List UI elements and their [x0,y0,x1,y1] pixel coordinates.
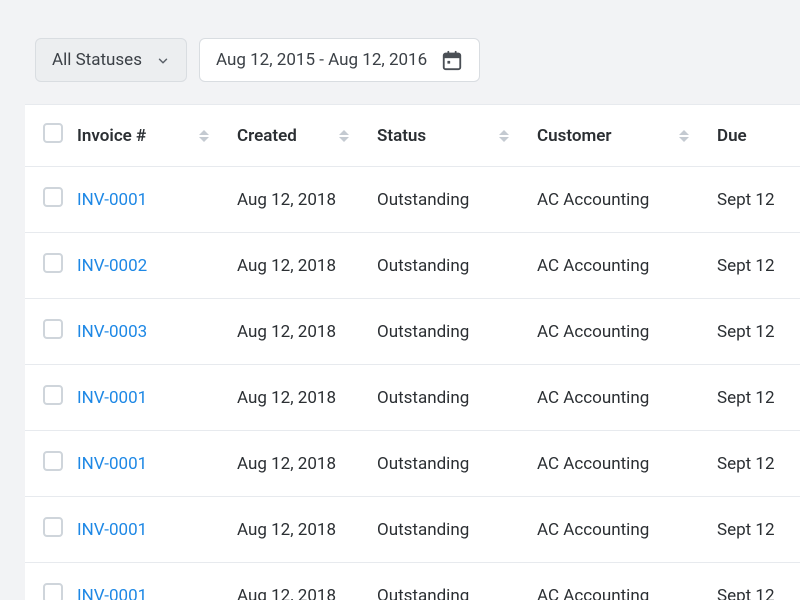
cell-customer: AC Accounting [537,563,717,600]
cell-status: Outstanding [377,431,537,497]
cell-status: Outstanding [377,167,537,233]
invoice-link[interactable]: INV-0001 [77,388,147,408]
invoice-link[interactable]: INV-0001 [77,190,147,210]
sort-icon [499,130,509,142]
date-range-label: Aug 12, 2015 - Aug 12, 2016 [216,50,427,70]
cell-customer: AC Accounting [537,299,717,365]
table-row: INV-0001 Aug 12, 2018OutstandingAC Accoun… [25,563,800,600]
col-customer[interactable]: Customer [537,105,717,167]
cell-customer: AC Accounting [537,497,717,563]
cell-due: Sept 12 [717,365,800,431]
col-invoice[interactable]: Invoice # [77,105,237,167]
cell-status: Outstanding [377,233,537,299]
cell-due: Sept 12 [717,497,800,563]
row-checkbox[interactable] [43,319,63,339]
cell-due: Sept 12 [717,563,800,600]
cell-created: Aug 12, 2018 [237,431,377,497]
invoice-link[interactable]: INV-0001 [77,454,147,474]
sort-icon [339,130,349,142]
cell-due: Sept 12 [717,167,800,233]
invoice-link[interactable]: INV-0003 [77,322,147,342]
cell-created: Aug 12, 2018 [237,497,377,563]
table-header-row: Invoice # Created Status [25,105,800,167]
row-checkbox[interactable] [43,583,63,600]
table-row: INV-0002 Aug 12, 2018OutstandingAC Accoun… [25,233,800,299]
col-customer-label: Customer [537,126,612,146]
cell-customer: AC Accounting [537,431,717,497]
status-filter[interactable]: All Statuses [35,38,187,82]
invoices-table: Invoice # Created Status [25,104,800,600]
cell-created: Aug 12, 2018 [237,563,377,600]
status-filter-label: All Statuses [52,50,142,70]
sort-icon [199,130,209,142]
cell-due: Sept 12 [717,233,800,299]
chevron-down-icon [156,53,170,67]
col-due[interactable]: Due [717,105,800,167]
cell-due: Sept 12 [717,431,800,497]
table-row: INV-0001 Aug 12, 2018OutstandingAC Accoun… [25,497,800,563]
cell-status: Outstanding [377,365,537,431]
sort-icon [679,130,689,142]
row-checkbox[interactable] [43,517,63,537]
cell-due: Sept 12 [717,299,800,365]
col-status[interactable]: Status [377,105,537,167]
col-invoice-label: Invoice # [77,126,146,146]
select-all-checkbox[interactable] [43,123,63,143]
col-status-label: Status [377,126,426,146]
cell-customer: AC Accounting [537,365,717,431]
cell-customer: AC Accounting [537,167,717,233]
cell-status: Outstanding [377,299,537,365]
calendar-icon [441,49,463,71]
cell-created: Aug 12, 2018 [237,167,377,233]
table-row: INV-0003 Aug 12, 2018OutstandingAC Accoun… [25,299,800,365]
cell-status: Outstanding [377,563,537,600]
date-range-filter[interactable]: Aug 12, 2015 - Aug 12, 2016 [199,38,480,82]
cell-created: Aug 12, 2018 [237,233,377,299]
row-checkbox[interactable] [43,451,63,471]
row-checkbox[interactable] [43,385,63,405]
cell-status: Outstanding [377,497,537,563]
row-checkbox[interactable] [43,253,63,273]
invoice-link[interactable]: INV-0002 [77,256,147,276]
table-row: INV-0001 Aug 12, 2018OutstandingAC Accoun… [25,431,800,497]
cell-created: Aug 12, 2018 [237,365,377,431]
cell-created: Aug 12, 2018 [237,299,377,365]
col-created-label: Created [237,126,297,146]
table-row: INV-0001 Aug 12, 2018OutstandingAC Accoun… [25,167,800,233]
col-created[interactable]: Created [237,105,377,167]
row-checkbox[interactable] [43,187,63,207]
col-due-label: Due [717,126,747,146]
table-row: INV-0001 Aug 12, 2018OutstandingAC Accoun… [25,365,800,431]
filters-bar: All Statuses Aug 12, 2015 - Aug 12, 2016 [25,0,800,104]
invoice-link[interactable]: INV-0001 [77,586,147,600]
invoice-link[interactable]: INV-0001 [77,520,147,540]
cell-customer: AC Accounting [537,233,717,299]
